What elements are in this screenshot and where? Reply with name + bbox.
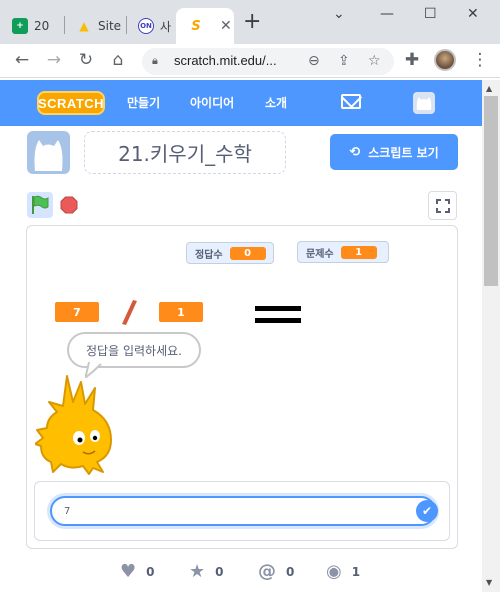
zoom-icon[interactable]: ⊖: [308, 53, 320, 69]
project-author-avatar[interactable]: [27, 131, 70, 174]
right-operand-box: 1: [159, 302, 203, 322]
monitor-label: 정답수: [195, 249, 223, 261]
maximize-icon[interactable]: ☐: [424, 6, 437, 22]
view-count: ◉ 1: [326, 561, 360, 582]
menu-icon[interactable]: ⋮: [470, 50, 490, 70]
browser-tab-scratch[interactable]: S ✕: [176, 8, 234, 44]
back-icon[interactable]: ←: [12, 50, 32, 70]
variable-monitor-correct: 정답수 0: [186, 242, 274, 264]
new-tab-button[interactable]: +: [243, 11, 261, 33]
remix-value: 0: [286, 564, 295, 579]
sites-icon: ▲: [79, 19, 89, 33]
home-icon[interactable]: ⌂: [108, 50, 128, 70]
stop-icon: [60, 196, 78, 214]
project-stage[interactable]: 정답수 0 문제수 1 7 1 정답을 입력하세요. 7 ✔: [26, 225, 458, 549]
divide-slash-icon: [122, 300, 137, 325]
left-operand-box: 7: [55, 302, 99, 322]
see-inside-button[interactable]: ⟲ 스크립트 보기: [330, 134, 458, 170]
star-icon[interactable]: ☆: [368, 53, 381, 69]
remix-count: @ 0: [258, 561, 294, 582]
scroll-thumb[interactable]: [484, 96, 498, 286]
love-count[interactable]: ♥ 0: [120, 561, 155, 582]
browser-tab-strip: + 20 ▲ Site ON 사 S ✕ + ⌄ — ☐ ✕: [0, 0, 500, 44]
love-value: 0: [146, 564, 155, 579]
favorite-count[interactable]: ★ 0: [189, 561, 224, 582]
lock-icon[interactable]: 🔒︎: [152, 54, 158, 68]
browser-tab-on[interactable]: ON 사: [126, 8, 176, 44]
share-icon[interactable]: ⇪: [338, 53, 350, 69]
fullscreen-icon: [435, 198, 450, 213]
tab-title: 사: [160, 19, 172, 34]
scroll-up-icon[interactable]: ▲: [486, 84, 492, 93]
nav-ideas[interactable]: 아이디어: [190, 94, 234, 111]
project-title[interactable]: 21.키우기_수학: [84, 131, 286, 174]
url-text: scratch.mit.edu/...: [174, 53, 277, 68]
on-icon: ON: [138, 18, 154, 34]
user-avatar[interactable]: [413, 92, 435, 114]
stop-button[interactable]: [60, 196, 78, 214]
scroll-down-icon[interactable]: ▼: [486, 578, 492, 587]
view-value: 1: [351, 564, 361, 579]
fullscreen-button[interactable]: [428, 191, 457, 220]
star-icon: ★: [189, 561, 206, 582]
extensions-icon[interactable]: ✚: [402, 50, 422, 70]
reload-icon[interactable]: ↻: [76, 50, 96, 70]
ask-answer-panel: 7 ✔: [34, 481, 450, 541]
scratch-favicon-icon: S: [188, 18, 204, 34]
minimize-icon[interactable]: —: [380, 6, 394, 22]
browser-tab-sites[interactable]: ▲ Site: [64, 8, 126, 44]
remix-arrows-icon: ⟲: [349, 144, 361, 160]
monitor-value: 1: [340, 245, 377, 259]
forward-icon[interactable]: →: [44, 50, 64, 70]
gobo-sprite[interactable]: [35, 374, 125, 478]
scratch-navbar: SCRATCH 만들기 아이디어 소개: [0, 80, 482, 126]
window-close-icon[interactable]: ✕: [467, 6, 479, 22]
browser-toolbar: ← → ↻ ⌂ 🔒︎ scratch.mit.edu/... ⊖ ⇪ ☆ ✚ ⋮: [0, 44, 500, 78]
answer-submit-checkmark-icon[interactable]: ✔: [416, 500, 438, 522]
address-bar[interactable]: 🔒︎ scratch.mit.edu/... ⊖ ⇪ ☆: [142, 48, 394, 75]
sheets-icon: +: [12, 18, 28, 34]
eye-icon: ◉: [326, 561, 342, 582]
variable-monitor-questions: 문제수 1: [297, 241, 389, 263]
scratch-logo[interactable]: SCRATCH: [37, 91, 105, 115]
messages-icon[interactable]: [341, 94, 361, 109]
tab-title: Site: [98, 19, 122, 33]
nav-create[interactable]: 만들기: [127, 94, 160, 111]
answer-input[interactable]: 7: [50, 496, 436, 526]
close-tab-icon[interactable]: ✕: [220, 18, 232, 34]
favorite-value: 0: [215, 564, 224, 579]
green-flag-icon: [32, 195, 49, 214]
monitor-label: 문제수: [306, 248, 334, 260]
remix-icon: @: [258, 561, 276, 582]
green-flag-button[interactable]: [27, 192, 53, 218]
profile-avatar[interactable]: [434, 49, 456, 71]
equals-sign: [255, 306, 301, 323]
nav-about[interactable]: 소개: [265, 94, 287, 111]
tab-search-icon[interactable]: ⌄: [333, 6, 345, 22]
heart-icon: ♥: [120, 561, 137, 582]
browser-tab-sheets[interactable]: + 20: [0, 8, 64, 44]
tab-title: 20: [34, 19, 50, 33]
monitor-value: 0: [229, 246, 266, 260]
see-inside-label: 스크립트 보기: [368, 145, 439, 160]
